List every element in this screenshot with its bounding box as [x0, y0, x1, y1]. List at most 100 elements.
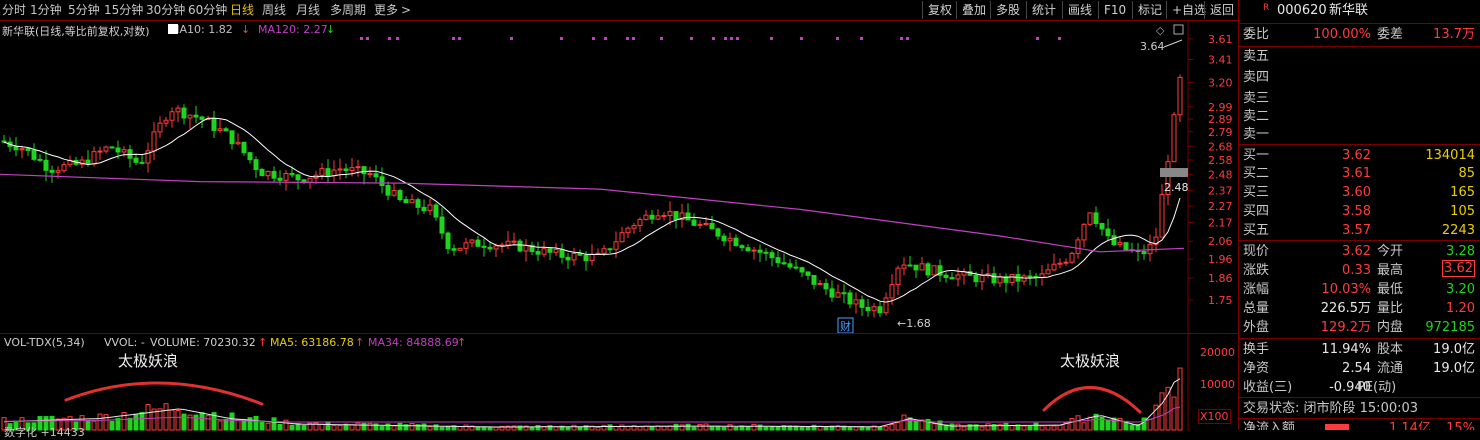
event-marker[interactable]: [906, 37, 909, 40]
window-icon[interactable]: [1173, 24, 1184, 35]
volume-bar: [1159, 392, 1165, 431]
candle-body: [541, 248, 547, 255]
tab-30min[interactable]: 30分钟: [146, 2, 185, 18]
candle-body: [409, 199, 415, 204]
finance-badge[interactable]: 财: [840, 319, 851, 333]
candle-body: [655, 215, 661, 220]
volume-bars: [1, 367, 1183, 431]
event-marker[interactable]: [388, 37, 391, 40]
draw-button[interactable]: 画线: [1062, 1, 1097, 19]
adjust-button[interactable]: 复权: [922, 1, 957, 19]
tab-15min[interactable]: 15分钟: [104, 2, 143, 18]
mark-button[interactable]: 标记: [1132, 1, 1167, 19]
volume-bar: [1027, 425, 1033, 431]
event-marker[interactable]: [632, 37, 635, 40]
volume-bar: [361, 422, 367, 431]
tab-daily[interactable]: 日线: [230, 2, 254, 18]
event-marker[interactable]: [458, 37, 461, 40]
event-marker[interactable]: [724, 37, 727, 40]
multi-stock-button[interactable]: 多股: [990, 1, 1025, 19]
candle-body: [229, 130, 235, 145]
diamond-icon[interactable]: ◇: [1156, 24, 1165, 37]
volume-chart[interactable]: VOL-TDX(5,34) VVOL: - VOLUME: 70230.32 ↑…: [0, 333, 1238, 439]
stat-row-outer: 外盘 129.2万 内盘 972185: [1243, 320, 1475, 335]
volume-bar: [199, 412, 205, 431]
annotation-label-right: 太极妖浪: [1060, 352, 1121, 370]
tab-60min[interactable]: 60分钟: [188, 2, 227, 18]
tab-multi-period[interactable]: 多周期: [330, 2, 366, 18]
volume-bar: [175, 410, 181, 431]
candle-body: [715, 228, 721, 237]
volume-bar: [751, 423, 757, 431]
event-marker[interactable]: [900, 37, 903, 40]
buy-3-row: 买三 3.60 165: [1243, 185, 1475, 200]
candle-body: [115, 147, 121, 153]
tab-1min[interactable]: 1分钟: [30, 2, 62, 18]
candle-body: [739, 245, 745, 249]
event-marker[interactable]: [712, 37, 715, 40]
candle-body: [991, 273, 997, 284]
f10-button[interactable]: F10: [1098, 1, 1131, 19]
event-marker[interactable]: [396, 37, 399, 40]
event-marker[interactable]: [592, 37, 595, 40]
volume-bar: [883, 426, 889, 431]
overlay-button[interactable]: 叠加: [956, 1, 991, 19]
candle-body: [817, 282, 823, 285]
volume-bar: [745, 426, 751, 431]
price-axis-label: 1.96: [1208, 253, 1233, 266]
tab-weekly[interactable]: 周线: [262, 2, 286, 18]
candle-body: [847, 292, 853, 305]
candle-body: [751, 249, 757, 252]
candle-body: [241, 141, 247, 154]
event-marker[interactable]: [360, 37, 363, 40]
volume-bar: [385, 423, 391, 431]
event-marker[interactable]: [510, 37, 513, 40]
candle-body: [259, 169, 265, 177]
candle-body: [211, 118, 217, 131]
volume-bar: [931, 423, 937, 431]
candle-body: [799, 267, 805, 273]
candle-body: [151, 131, 157, 152]
event-marker[interactable]: [690, 37, 693, 40]
candle-body: [133, 157, 139, 163]
price-axis-label: 2.17: [1208, 216, 1233, 229]
candle-body: [193, 114, 199, 118]
event-marker[interactable]: [626, 37, 629, 40]
volume-bar: [1069, 417, 1075, 431]
event-marker[interactable]: [800, 37, 803, 40]
price-axis-label: 2.58: [1208, 154, 1233, 167]
tab-monthly[interactable]: 月线: [296, 2, 320, 18]
volume-bar: [1039, 425, 1045, 431]
candle-body: [829, 288, 835, 298]
event-marker[interactable]: [730, 37, 733, 40]
stats-button[interactable]: 统计: [1026, 1, 1061, 19]
candle-body: [415, 199, 421, 208]
candle-body: [661, 214, 667, 217]
volume-bar: [1177, 367, 1183, 431]
event-marker[interactable]: [560, 37, 563, 40]
event-marker[interactable]: [836, 37, 839, 40]
tab-more[interactable]: 更多 >: [374, 2, 411, 18]
candlestick-canvas[interactable]: 3.613.413.202.992.892.792.682.582.482.37…: [0, 20, 1238, 333]
candle-body: [781, 262, 787, 265]
event-marker[interactable]: [860, 37, 863, 40]
volume-bar: [355, 422, 361, 431]
event-marker[interactable]: [660, 37, 663, 40]
candle-body: [895, 267, 901, 286]
event-marker[interactable]: [1036, 37, 1039, 40]
event-marker[interactable]: [452, 37, 455, 40]
event-marker[interactable]: [366, 37, 369, 40]
volume-bar: [139, 412, 145, 431]
candlestick-chart[interactable]: 3.61 3.41 3.20 2.99 2.89 2.79 2.68 2.58 2.48 2.37…: [0, 20, 1238, 333]
event-marker[interactable]: [1058, 37, 1061, 40]
event-marker[interactable]: [736, 37, 739, 40]
candle-body: [1045, 269, 1051, 275]
volume-bar: [331, 425, 337, 431]
candle-body: [511, 240, 517, 243]
volume-bar: [205, 415, 211, 431]
tab-5min[interactable]: 5分钟: [68, 2, 100, 18]
event-marker[interactable]: [770, 37, 773, 40]
event-marker[interactable]: [604, 37, 607, 40]
tab-intraday[interactable]: 分时: [2, 2, 26, 18]
back-button[interactable]: 返回: [1204, 1, 1239, 19]
